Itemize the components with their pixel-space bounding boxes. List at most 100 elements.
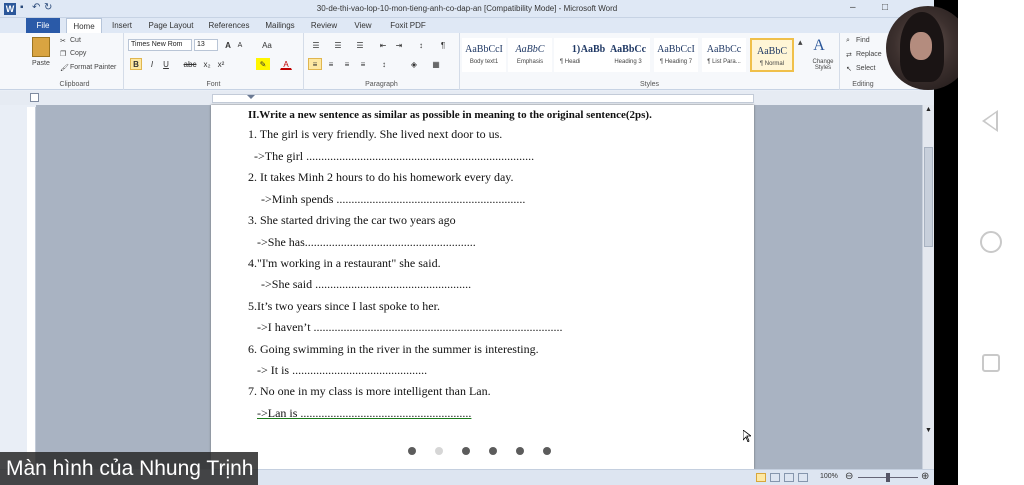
font-name-select[interactable]: Times New Rom xyxy=(128,39,192,51)
tab-page-layout[interactable]: Page Layout xyxy=(144,18,198,33)
paste-button[interactable]: Paste xyxy=(32,60,50,67)
zoom-slider-thumb[interactable] xyxy=(886,473,890,482)
format-painter-button[interactable]: Format Painter xyxy=(70,64,116,71)
tab-references[interactable]: References xyxy=(204,18,254,33)
minimize-button[interactable]: – xyxy=(850,2,856,13)
change-case-button[interactable]: Aa xyxy=(258,39,276,51)
copy-icon[interactable]: ❐ xyxy=(60,50,66,58)
answer-2: ->Minh spends ..........................… xyxy=(261,192,526,206)
answer-6: -> It is ...............................… xyxy=(257,363,428,377)
replace-icon[interactable]: ⇄ xyxy=(846,51,852,59)
shrink-font-button[interactable]: A xyxy=(234,39,246,51)
pilcrow-icon[interactable]: ¶ xyxy=(436,39,450,51)
subscript-button[interactable]: x₂ xyxy=(200,58,214,70)
tab-insert[interactable]: Insert xyxy=(106,18,138,33)
style-sample: AaBbC xyxy=(515,44,545,55)
shading-icon[interactable]: ◈ xyxy=(406,58,422,70)
zoom-out-icon[interactable]: ⊖ xyxy=(845,471,853,482)
home-icon[interactable] xyxy=(980,231,1002,253)
styles-group-label: Styles xyxy=(639,81,660,88)
find-button[interactable]: Find xyxy=(856,37,870,44)
editing-group-label: Editing xyxy=(852,81,874,88)
paste-icon[interactable] xyxy=(32,37,50,57)
page-dot xyxy=(543,447,551,455)
tab-foxit-pdf[interactable]: Foxit PDF xyxy=(384,18,432,33)
scroll-thumb[interactable] xyxy=(924,147,933,247)
select-icon[interactable]: ↖ xyxy=(846,65,852,73)
cut-button[interactable]: Cut xyxy=(70,37,81,44)
grow-font-button[interactable]: A xyxy=(222,39,234,51)
scroll-up-icon[interactable]: ▲ xyxy=(925,106,932,113)
binoculars-icon[interactable]: ⌕ xyxy=(846,37,850,45)
format-painter-icon[interactable]: 🖌 xyxy=(60,64,69,72)
change-styles-button[interactable]: Change Styles xyxy=(810,59,836,71)
tab-review[interactable]: Review xyxy=(306,18,342,33)
answer-5: ->I haven’t ............................… xyxy=(257,320,563,334)
italic-button[interactable]: I xyxy=(146,58,158,70)
superscript-button[interactable]: x² xyxy=(214,58,228,70)
align-right-icon[interactable]: ≡ xyxy=(340,58,354,70)
tab-mailings[interactable]: Mailings xyxy=(260,18,300,33)
justify-icon[interactable]: ≡ xyxy=(356,58,370,70)
android-nav-bar xyxy=(958,0,1024,485)
align-center-icon[interactable]: ≡ xyxy=(324,58,338,70)
align-left-icon[interactable]: ≡ xyxy=(308,58,322,70)
borders-icon[interactable]: ▦ xyxy=(428,58,444,70)
ribbon-tabs: File Home Insert Page Layout References … xyxy=(0,18,934,33)
line-spacing-icon[interactable]: ↕ xyxy=(376,58,392,70)
style-sample: AaBbCcI xyxy=(657,44,695,55)
bold-button[interactable]: B xyxy=(130,58,142,70)
scissors-icon[interactable]: ✂ xyxy=(60,37,66,45)
ribbon: Paste ✂ Cut ❐ Copy 🖌 Format Painter Clip… xyxy=(0,33,934,90)
full-screen-reading-icon[interactable] xyxy=(770,473,780,482)
question-7: 7. No one in my class is more intelligen… xyxy=(248,384,491,398)
styles-scroll-icon[interactable]: ▴ xyxy=(798,37,803,48)
style-emphasis[interactable]: AaBbC Emphasis xyxy=(508,38,552,72)
underline-button[interactable]: U xyxy=(160,58,172,70)
indent-marker-icon[interactable] xyxy=(247,95,255,99)
tab-file[interactable]: File xyxy=(26,18,60,33)
multilevel-list-icon[interactable]: ☰ xyxy=(352,39,368,51)
font-color-button[interactable]: A xyxy=(280,58,292,70)
editing-group: ⌕ Find ⇄ Replace ↖ Select Editing xyxy=(840,33,886,90)
style-sample: AaBbCc xyxy=(706,44,742,55)
recent-apps-icon[interactable] xyxy=(982,354,1000,372)
zoom-level[interactable]: 100% xyxy=(820,473,838,480)
print-layout-icon[interactable] xyxy=(756,473,766,482)
scroll-down-icon[interactable]: ▼ xyxy=(925,427,932,434)
answer-1: ->The girl .............................… xyxy=(254,149,535,163)
bullets-icon[interactable]: ☰ xyxy=(308,39,324,51)
page-dot xyxy=(516,447,524,455)
style-heading-3[interactable]: AaBbCc Heading 3 xyxy=(606,38,650,72)
maximize-button[interactable]: □ xyxy=(882,2,888,13)
document-page[interactable]: II.Write a new sentence as similar as po… xyxy=(211,105,754,469)
copy-button[interactable]: Copy xyxy=(70,50,86,57)
numbering-icon[interactable]: ☰ xyxy=(330,39,346,51)
tab-selector-icon[interactable] xyxy=(30,93,39,102)
increase-indent-icon[interactable]: ⇥ xyxy=(392,39,406,51)
outline-icon[interactable] xyxy=(798,473,808,482)
clipboard-group-label: Clipboard xyxy=(59,81,90,88)
style-heading-7[interactable]: AaBbCcI ¶ Heading 7 xyxy=(654,38,698,72)
font-size-select[interactable]: 13 xyxy=(194,39,218,51)
tab-home[interactable]: Home xyxy=(66,18,102,33)
style-normal[interactable]: AaBbC ¶ Normal xyxy=(750,38,794,72)
change-styles-icon[interactable]: A xyxy=(808,37,830,55)
style-list-paragraph[interactable]: AaBbCc ¶ List Para... xyxy=(702,38,746,72)
page-dot xyxy=(489,447,497,455)
select-button[interactable]: Select xyxy=(856,65,875,72)
style-body-text1[interactable]: AaBbCcI Body text1 xyxy=(462,38,506,72)
tab-view[interactable]: View xyxy=(348,18,378,33)
zoom-in-icon[interactable]: ⊕ xyxy=(921,471,929,482)
horizontal-ruler[interactable] xyxy=(212,94,754,103)
vertical-scrollbar[interactable]: ▲ ▼ xyxy=(922,105,934,469)
web-layout-icon[interactable] xyxy=(784,473,794,482)
replace-button[interactable]: Replace xyxy=(856,51,882,58)
sort-icon[interactable]: ↕ xyxy=(414,39,428,51)
strikethrough-button[interactable]: abc xyxy=(182,58,198,70)
question-1: 1. The girl is very friendly. She lived … xyxy=(248,127,503,141)
decrease-indent-icon[interactable]: ⇤ xyxy=(376,39,390,51)
mouse-cursor-icon xyxy=(742,429,753,443)
highlight-icon[interactable]: ✎ xyxy=(256,58,270,70)
style-heading-3a[interactable]: AaBb xyxy=(580,38,606,72)
